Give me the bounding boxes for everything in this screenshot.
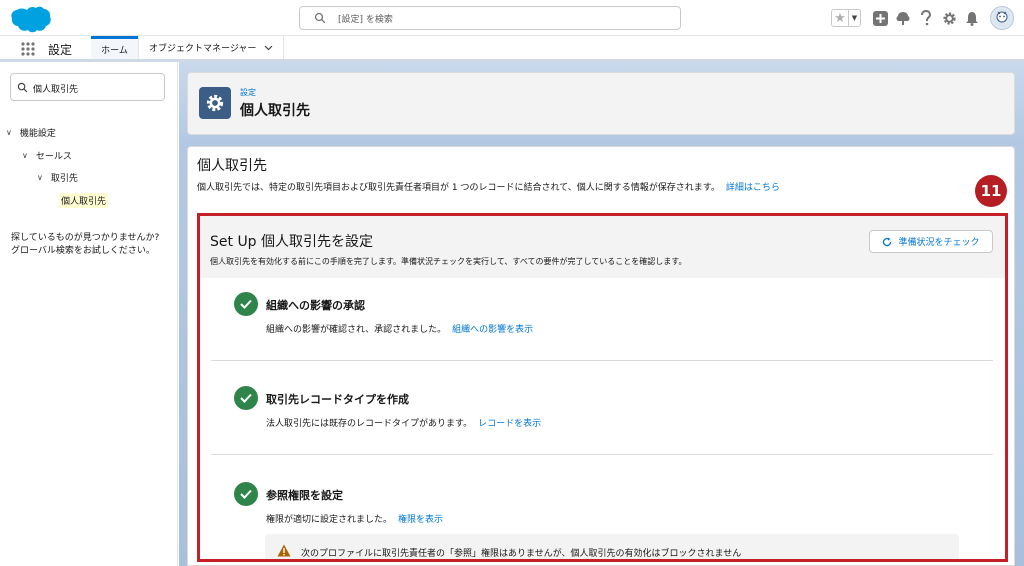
divider <box>211 360 993 361</box>
tab-home-label: ホーム <box>101 45 128 56</box>
user-avatar-icon[interactable] <box>990 6 1014 30</box>
step-description: 組織への影響が確認され、承認されました。 組織への影響を表示 <box>266 322 533 335</box>
search-icon <box>17 82 28 93</box>
success-check-icon <box>234 482 258 506</box>
chevron-down-icon[interactable]: ∨ <box>6 128 12 137</box>
step-description: 権限が適切に設定されました。 権限を表示 <box>266 512 443 525</box>
step-title: 組織への影響の承認 <box>266 299 365 312</box>
setup-gear-icon[interactable] <box>940 9 958 27</box>
favorites-dropdown-icon[interactable]: ▼ <box>848 10 860 26</box>
warning-text: 次のプロファイルに取引先責任者の「参照」権限はありませんが、個人取引先の有効化は… <box>301 549 742 559</box>
context-bar: 設定 ホーム オブジェクトマネージャー <box>0 36 1024 62</box>
favorite-star-icon[interactable]: ★ <box>832 10 848 26</box>
chevron-down-icon[interactable]: ∨ <box>22 151 28 160</box>
tree-item-label: 取引先 <box>50 174 78 184</box>
help-icon[interactable] <box>917 9 935 27</box>
step-description: 法人取引先には既存のレコードタイプがあります。 レコードを表示 <box>266 416 541 429</box>
app-name: 設定 <box>48 43 73 57</box>
setup-person-accounts-panel: Set Up 個人取引先を設定 個人取引先を有効化する前にこの手順を完了します。… <box>197 213 1008 562</box>
tab-home[interactable]: ホーム <box>91 36 138 59</box>
salesforce-logo[interactable] <box>10 5 52 33</box>
readiness-check-button[interactable]: 準備状況をチェック <box>869 230 993 253</box>
view-records-link[interactable]: レコードを表示 <box>478 419 541 429</box>
chevron-down-icon[interactable] <box>264 45 273 51</box>
global-add-icon[interactable] <box>871 9 889 27</box>
step-description-text: 権限が適切に設定されました。 <box>266 515 393 525</box>
favorites-group: ★ ▼ <box>831 9 861 27</box>
trailhead-icon[interactable] <box>894 9 912 27</box>
step-title: 取引先レコードタイプを作成 <box>266 393 409 406</box>
tree-item-label: 機能設定 <box>19 129 56 139</box>
page-header: 設定 個人取引先 <box>187 72 1015 135</box>
tab-object-manager-label: オブジェクトマネージャー <box>149 44 257 54</box>
readiness-check-label: 準備状況をチェック <box>898 238 980 248</box>
section-title: 個人取引先 <box>197 158 267 174</box>
help-line-2: グローバル検索をお試しください。 <box>11 246 155 256</box>
tree-item-person-accounts[interactable]: 個人取引先 <box>59 193 109 208</box>
chevron-down-icon[interactable]: ∨ <box>37 173 43 182</box>
breadcrumb[interactable]: 設定 <box>240 87 256 98</box>
refresh-icon <box>883 237 892 246</box>
step-description-text: 組織への影響が確認され、承認されました。 <box>266 325 447 335</box>
global-search[interactable]: [設定] を検索 <box>299 6 681 30</box>
tab-object-manager[interactable]: オブジェクトマネージャー <box>138 36 284 59</box>
setup-gear-icon <box>199 87 231 119</box>
tree-item-feature-settings[interactable]: ∨ 機能設定 <box>6 126 56 139</box>
step-number-badge: 11 <box>975 175 1007 207</box>
search-placeholder: [設定] を検索 <box>338 15 393 25</box>
section-description: 個人取引先では、特定の取引先項目および取引先責任者項目が 1 つのレコードに結合… <box>197 180 780 193</box>
setup-panel-header: Set Up 個人取引先を設定 個人取引先を有効化する前にこの手順を完了します。… <box>200 216 1005 278</box>
tree-item-sales[interactable]: ∨ セールス <box>22 149 72 162</box>
tree-item-accounts[interactable]: ∨ 取引先 <box>37 171 78 184</box>
step-title: 参照権限を設定 <box>266 489 343 502</box>
learn-more-link[interactable]: 詳細はこちら <box>726 183 780 193</box>
view-permissions-link[interactable]: 権限を表示 <box>398 515 443 525</box>
section-description-text: 個人取引先では、特定の取引先項目および取引先責任者項目が 1 つのレコードに結合… <box>197 183 720 193</box>
setup-title: Set Up 個人取引先を設定 <box>210 234 374 250</box>
warning-icon <box>277 544 291 557</box>
permission-warning: 次のプロファイルに取引先責任者の「参照」権限はありませんが、個人取引先の有効化は… <box>265 534 959 559</box>
help-line-1: 探しているものが見つかりませんか? <box>11 233 160 243</box>
search-icon <box>314 12 326 24</box>
setup-description: 個人取引先を有効化する前にこの手順を完了します。準備状況チェックを実行して、すべ… <box>210 257 687 266</box>
tree-item-label: セールス <box>35 152 72 162</box>
search-help-text: 探しているものが見つかりませんか? グローバル検索をお試しください。 <box>11 232 173 258</box>
global-header: [設定] を検索 ★ ▼ <box>0 0 1024 36</box>
header-icons: ★ ▼ <box>831 6 1014 30</box>
success-check-icon <box>234 386 258 410</box>
quick-find-input[interactable]: 個人取引先 <box>10 73 165 101</box>
setup-step-record-type: 取引先レコードタイプを作成 法人取引先には既存のレコードタイプがあります。 レコー… <box>200 384 1005 454</box>
page-title: 個人取引先 <box>240 103 310 119</box>
step-description-text: 法人取引先には既存のレコードタイプがあります。 <box>266 419 473 429</box>
quick-find-value: 個人取引先 <box>33 85 79 95</box>
app-launcher-icon[interactable] <box>20 41 36 57</box>
divider <box>211 454 993 455</box>
setup-navigation-panel: 個人取引先 ∨ 機能設定 ∨ セールス ∨ 取引先 個人取引先 探しているものが… <box>0 62 178 566</box>
setup-step-read-permission: 参照権限を設定 権限が適切に設定されました。 権限を表示 <box>200 480 1005 530</box>
setup-step-org-impact: 組織への影響の承認 組織への影響が確認され、承認されました。 組織への影響を表示 <box>200 290 1005 360</box>
notification-bell-icon[interactable] <box>963 9 981 27</box>
view-org-impact-link[interactable]: 組織への影響を表示 <box>452 325 533 335</box>
success-check-icon <box>234 292 258 316</box>
